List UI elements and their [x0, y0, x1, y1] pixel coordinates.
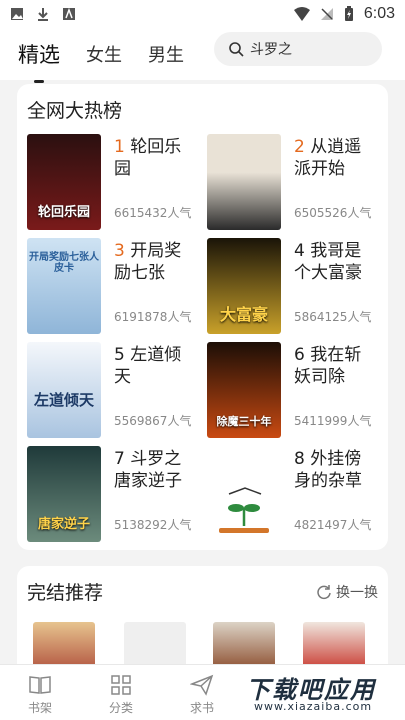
book-popularity: 6615432人气 [114, 206, 192, 220]
book-item[interactable]: 左道倾天 5 左道倾天 5569867人气 [17, 342, 197, 438]
book-cover: 左道倾天 [27, 342, 101, 438]
hot-list-card: 全网大热榜 轮回乐园 1 轮回乐园 6615432人气 2 从逍遥派开始签… 6… [17, 84, 388, 550]
book-popularity: 6191878人气 [114, 310, 192, 324]
book-title: 2 从逍遥派开始签… [294, 137, 362, 179]
status-bar: 6:03 [0, 0, 405, 28]
top-nav: 精选 女生 男生 斗罗之 [0, 28, 405, 80]
nav-request[interactable]: 求书 [172, 673, 232, 716]
book-cover: 轮回乐园 [27, 134, 101, 230]
finished-title: 完结推荐 [27, 582, 104, 604]
book-popularity: 5138292人气 [114, 518, 192, 532]
book-title: 3 开局奖励七张人… [114, 241, 182, 283]
book-popularity: 5864125人气 [294, 310, 372, 324]
refresh-label: 换一换 [336, 585, 378, 601]
book-popularity: 6505526人气 [294, 206, 372, 220]
book-cover: 除魔三十年 [207, 342, 281, 438]
hot-list-title: 全网大热榜 [27, 100, 123, 122]
book-title: 8 外挂傍身的杂草 [294, 449, 362, 491]
search-icon [229, 42, 244, 57]
book-item[interactable]: 除魔三十年 6 我在斩妖司除魔… 5411999人气 [197, 342, 377, 438]
grid-icon [111, 675, 131, 695]
book-cover: 大富豪 [207, 238, 281, 334]
wifi-icon [293, 7, 310, 21]
book-item[interactable]: 开局奖励七张人皮卡 3 开局奖励七张人… 6191878人气 [17, 238, 197, 334]
tab-female[interactable]: 女生 [86, 41, 122, 67]
book-cover: 开局奖励七张人皮卡 [27, 238, 101, 334]
battery-icon [344, 6, 353, 21]
search-text: 斗罗之 [250, 42, 292, 58]
refresh-button[interactable]: 换一换 [316, 582, 378, 602]
watermark: 下载吧应用 www.xiazaiba.com [238, 668, 402, 718]
book-popularity: 5411999人气 [294, 414, 372, 428]
nav-bookshelf[interactable]: 书架 [10, 673, 70, 716]
image-icon [11, 8, 23, 20]
book-title: 5 左道倾天 [114, 345, 182, 387]
book-title: 6 我在斩妖司除魔… [294, 345, 362, 387]
book-cover [207, 446, 281, 542]
book-title: 4 我哥是个大富豪 [294, 241, 362, 283]
book-item[interactable]: 轮回乐园 1 轮回乐园 6615432人气 [17, 134, 197, 230]
app-notification-icon [63, 7, 75, 20]
book-item[interactable]: 唐家逆子 7 斗罗之唐家逆子 5138292人气 [17, 446, 197, 542]
book-cover [207, 134, 281, 230]
book-item[interactable]: 8 外挂傍身的杂草 4821497人气 [197, 446, 377, 542]
book-title: 7 斗罗之唐家逆子 [114, 449, 182, 491]
sprout-illustration [219, 487, 269, 533]
book-popularity: 5569867人气 [114, 414, 192, 428]
tab-male[interactable]: 男生 [148, 41, 184, 67]
book-item[interactable]: 2 从逍遥派开始签… 6505526人气 [197, 134, 377, 230]
search-input[interactable]: 斗罗之 [214, 32, 382, 66]
book-cover: 唐家逆子 [27, 446, 101, 542]
nav-category[interactable]: 分类 [91, 673, 151, 716]
book-popularity: 4821497人气 [294, 518, 372, 532]
book-icon [29, 676, 51, 694]
download-icon [38, 8, 48, 21]
no-signal-icon [320, 8, 333, 20]
book-title: 1 轮回乐园 [114, 137, 182, 179]
tab-featured[interactable]: 精选 [18, 39, 60, 69]
refresh-icon [317, 585, 331, 600]
clock: 6:03 [363, 5, 395, 22]
send-icon [190, 674, 214, 696]
book-item[interactable]: 大富豪 4 我哥是个大富豪 5864125人气 [197, 238, 377, 334]
